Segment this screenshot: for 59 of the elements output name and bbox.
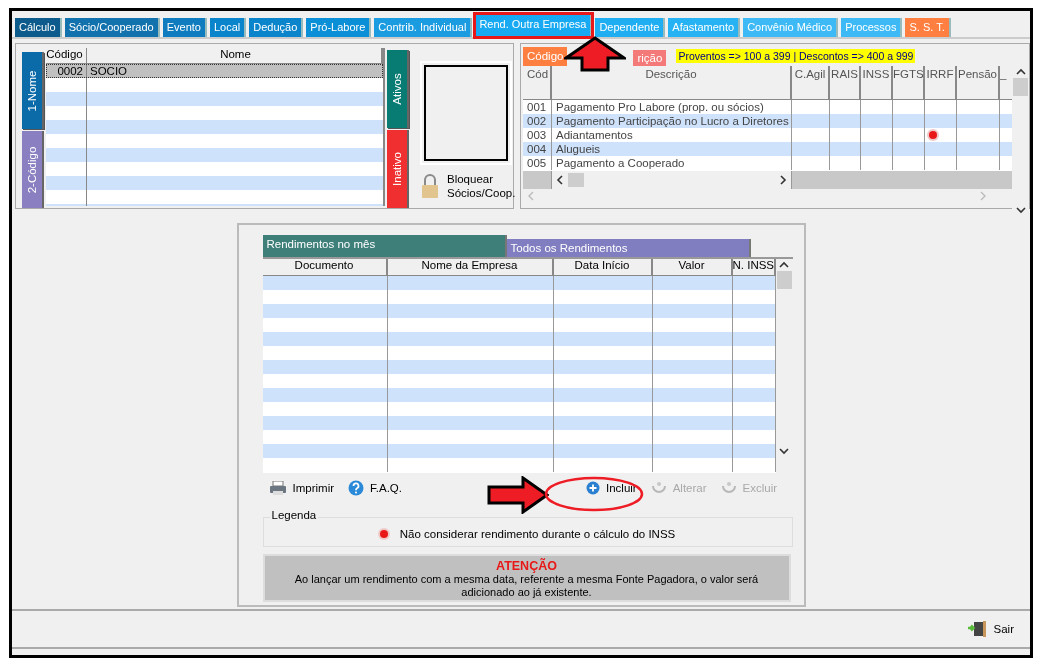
tab[interactable]: Pró-Labore <box>306 18 372 37</box>
printer-icon <box>268 481 287 495</box>
padlock-icon <box>421 173 439 199</box>
sort-tab[interactable]: 2-Código <box>22 131 44 208</box>
table-cell-text: SOCIO <box>89 64 129 78</box>
column-header[interactable]: C.Agil <box>792 66 830 99</box>
column-header[interactable]: Pensão <box>957 66 1000 99</box>
tab[interactable]: Evento <box>162 18 207 37</box>
table-cell: 002 <box>523 114 552 128</box>
arrow-annotation <box>564 36 626 72</box>
chevron-left-icon <box>527 191 535 201</box>
table-row[interactable]: 0002 SOCIO <box>46 64 383 78</box>
help-button[interactable]: F.A.Q. <box>348 480 402 496</box>
add-button[interactable]: Incluir <box>586 481 637 495</box>
table-row[interactable]: 004 Alugueis <box>523 142 1012 156</box>
status-tab[interactable]: Inativo <box>387 130 409 208</box>
help-icon <box>348 480 365 496</box>
status-tab[interactable]: Ativos <box>387 50 409 128</box>
lock-label[interactable]: Bloquear Sócios/Coop. <box>447 172 513 200</box>
warning-title: ATENÇÃO <box>496 559 557 573</box>
column-header[interactable]: FGTS <box>893 66 925 99</box>
table-cell: 005 <box>523 156 552 170</box>
scroll-thumb[interactable] <box>776 271 792 289</box>
tab[interactable]: Sócio/Cooperado <box>64 18 160 37</box>
column-header[interactable]: Código <box>46 48 87 63</box>
table-cell: 0002 <box>46 64 87 78</box>
tab[interactable]: Todos os Rendimentos <box>506 239 751 257</box>
legend-dot <box>379 529 388 538</box>
legend-text: Não considerar rendimento durante o cálculo do INSS <box>399 527 676 540</box>
arrow-annotation <box>487 476 549 514</box>
warning-text: Ao lançar um rendimento com a mesma data, referente a mesma Fonte Pagadora, o valor será adicionado ao já existente. <box>293 573 760 599</box>
chevron-left-icon <box>556 175 564 185</box>
range-note: Proventos => 100 a 399 | Descontos => 400 a 999 <box>676 49 916 63</box>
table-cell: Pagamento a Cooperado <box>552 156 792 170</box>
column-header[interactable]: INSS <box>861 66 893 99</box>
tab[interactable]: Dedução <box>249 18 304 37</box>
table-cell: Pagamento Participação no Lucro a Diretores <box>552 114 792 128</box>
chevron-right-icon <box>979 191 987 201</box>
exit-button[interactable]: Sair <box>967 621 1014 637</box>
column-header[interactable]: RAIS <box>830 66 861 99</box>
column-header[interactable]: IRRF <box>925 66 957 99</box>
tab[interactable]: Local <box>209 18 247 37</box>
scroll-thumb[interactable] <box>1013 78 1028 96</box>
print-button[interactable]: Imprimir <box>268 481 335 495</box>
tab[interactable]: Rendimentos no mês <box>262 235 507 257</box>
chevron-down-icon <box>1015 204 1026 216</box>
table-cell: 004 <box>523 142 552 156</box>
tab[interactable]: Cálculo <box>15 18 62 37</box>
table-row[interactable]: 002 Pagamento Participação no Lucro a Diretores <box>523 114 1012 128</box>
door-icon <box>967 621 986 637</box>
chevron-right-icon <box>779 175 787 185</box>
horizontal-scrollbar[interactable] <box>552 171 792 189</box>
sort-tab[interactable]: 1-Nome <box>22 52 44 129</box>
add-icon <box>586 481 600 495</box>
table-cell: Alugueis <box>552 142 792 156</box>
legend-title: Legenda <box>269 509 319 521</box>
column-header[interactable]: Cód <box>523 66 552 99</box>
chevron-down-icon <box>779 445 789 457</box>
scroll-thumb[interactable] <box>568 173 584 187</box>
